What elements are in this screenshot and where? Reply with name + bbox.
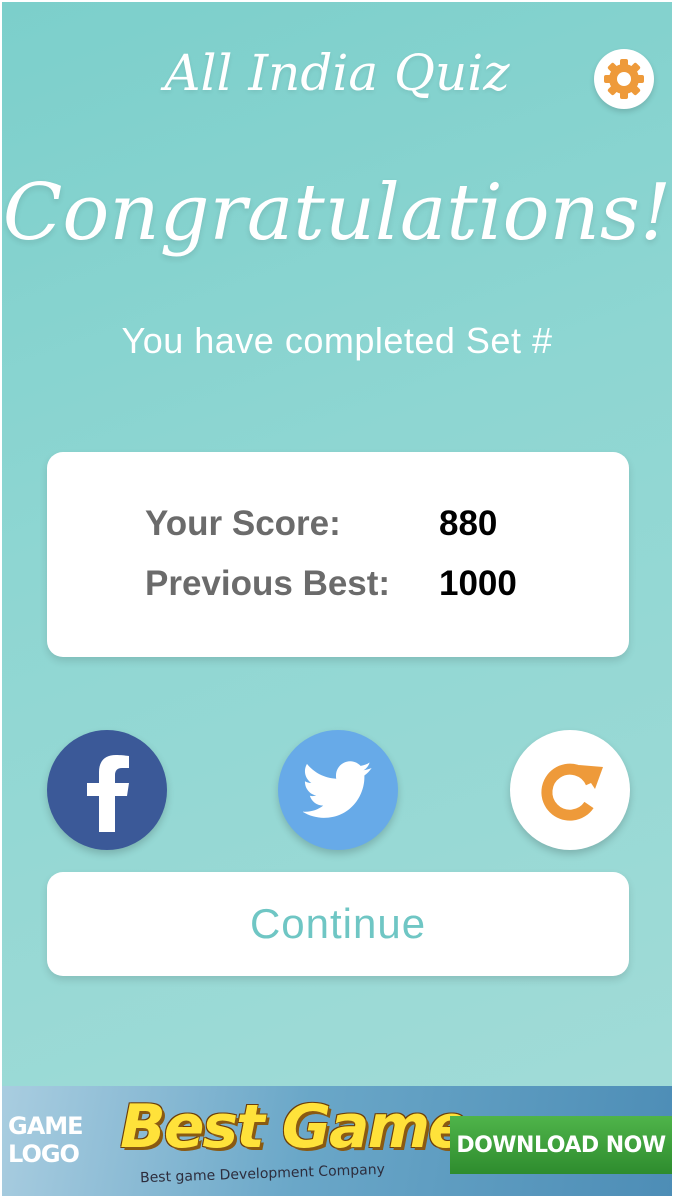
score-row: Your Score: 880 <box>145 504 615 544</box>
ad-game-logo: GAME LOGO <box>8 1112 84 1168</box>
ad-tagline: Best game Development Company <box>139 1161 386 1187</box>
ad-download-button[interactable]: DOWNLOAD NOW <box>450 1116 672 1174</box>
twitter-share-button[interactable] <box>278 730 398 850</box>
gear-icon <box>604 59 644 99</box>
replay-button[interactable] <box>510 730 630 850</box>
twitter-icon <box>303 761 372 818</box>
congratulations-heading: Congratulations! <box>2 168 672 258</box>
previous-best-row: Previous Best: 1000 <box>145 564 615 604</box>
facebook-share-button[interactable] <box>47 730 167 850</box>
app-title: All India Quiz <box>164 44 510 102</box>
score-label: Your Score: <box>145 504 341 543</box>
ad-logo-line: GAME <box>8 1112 84 1140</box>
ad-banner[interactable]: GAME LOGO Best Game Best game Developmen… <box>2 1086 672 1196</box>
replay-icon <box>541 763 603 821</box>
score-value: 880 <box>439 504 498 543</box>
ad-title: Best Game <box>120 1092 469 1162</box>
previous-best-value: 1000 <box>439 564 517 603</box>
ad-logo-line: LOGO <box>8 1140 80 1168</box>
quiz-complete-screen: All India Quiz Congratulations! You have… <box>2 2 672 1196</box>
completion-message: You have completed Set # <box>121 320 553 361</box>
settings-button[interactable] <box>594 49 654 109</box>
continue-button[interactable]: Continue <box>47 872 629 976</box>
score-card: Your Score: 880 Previous Best: 1000 <box>47 452 629 657</box>
previous-best-label: Previous Best: <box>145 564 391 603</box>
facebook-icon <box>87 755 129 832</box>
